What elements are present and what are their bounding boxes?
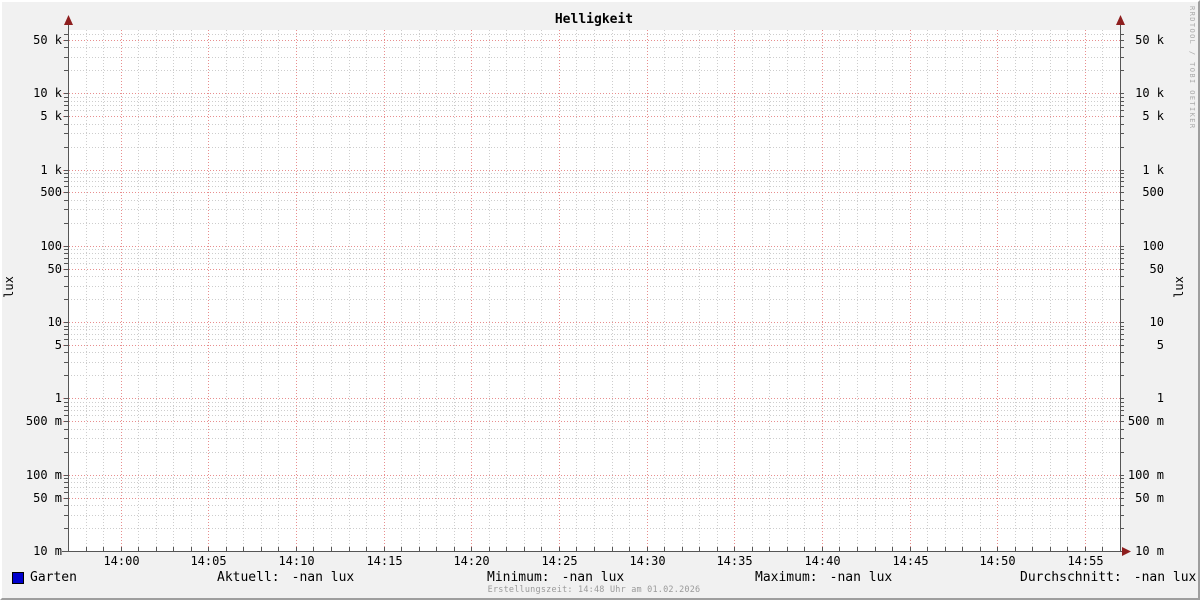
stat-maximum: Maximum: -nan lux	[755, 571, 892, 585]
y-axis-label-left: lux	[2, 276, 16, 298]
stat-value: -nan lux	[1133, 570, 1197, 585]
y-axis-tick-label-left: 500 m	[25, 414, 62, 428]
x-axis-tick-label: 14:30	[629, 554, 666, 568]
x-axis-tick-label: 14:55	[1067, 554, 1104, 568]
series-color-swatch	[12, 572, 24, 584]
y-axis-tick-label-left: 10 k	[33, 86, 62, 100]
y-axis-tick-label-left: 50	[47, 262, 62, 276]
stat-minimum: Minimum: -nan lux	[487, 571, 624, 585]
x-axis-tick-label: 14:15	[366, 554, 403, 568]
rrdtool-graph: Helligkeit lux lux RRDTOOL / TOBI OETIKE…	[0, 0, 1200, 600]
y-axis-tick-label-right: 5 k	[1142, 109, 1164, 123]
y-axis-tick-label-left: 100 m	[25, 468, 62, 482]
stat-value: -nan lux	[829, 570, 893, 585]
y-axis-tick-label-left: 10 m	[33, 544, 62, 558]
y-axis-tick-label-left: 50 k	[33, 33, 62, 47]
stat-label: Maximum:	[755, 570, 818, 585]
series-label: Garten	[30, 570, 77, 585]
y-axis-tick-label-right: 500 m	[1127, 414, 1164, 428]
x-axis-tick-label: 14:40	[804, 554, 841, 568]
creation-time: Erstellungszeit: 14:48 Uhr am 01.02.2026	[487, 585, 701, 595]
y-axis-tick-label-right: 10	[1149, 315, 1164, 329]
y-axis-tick-label-right: 100 m	[1127, 468, 1164, 482]
y-axis-label-right: lux	[1172, 276, 1186, 298]
y-axis-tick-label-left: 5	[54, 338, 62, 352]
x-axis-tick-label: 14:35	[716, 554, 753, 568]
x-axis-tick-label: 14:50	[979, 554, 1016, 568]
stat-value: -nan lux	[561, 570, 625, 585]
y-axis-tick-label-right: 500	[1142, 185, 1164, 199]
legend-row: Garten Aktuell: -nan lux Minimum: -nan lux…	[2, 571, 1198, 586]
y-axis-tick-label-right: 10 k	[1135, 86, 1164, 100]
y-axis-tick-label-right: 100	[1142, 239, 1164, 253]
x-axis-tick-label: 14:00	[103, 554, 140, 568]
stat-label: Aktuell:	[217, 570, 280, 585]
y-axis-tick-label-right: 5	[1156, 338, 1164, 352]
y-axis-tick-label-right: 10 m	[1135, 544, 1164, 558]
stat-label: Durchschnitt:	[1020, 570, 1122, 585]
stat-aktuell: Aktuell: -nan lux	[217, 571, 354, 585]
y-axis-tick-label-right: 50	[1149, 262, 1164, 276]
x-axis-tick-label: 14:05	[190, 554, 227, 568]
y-axis-tick-label-right: 50 m	[1135, 491, 1164, 505]
y-axis-tick-label-right: 1 k	[1142, 163, 1164, 177]
y-axis-tick-label-left: 1	[54, 391, 62, 405]
y-axis-tick-label-left: 1 k	[40, 163, 62, 177]
chart-title: Helligkeit	[554, 12, 634, 27]
stat-durchschnitt: Durchschnitt: -nan lux	[1020, 571, 1196, 585]
y-axis-tick-label-left: 50 m	[33, 491, 62, 505]
y-axis-tick-label-right: 1	[1156, 391, 1164, 405]
x-axis-tick-label: 14:10	[278, 554, 315, 568]
y-axis-tick-label-left: 10	[47, 315, 62, 329]
chart-plot-area	[62, 15, 1131, 556]
stat-value: -nan lux	[291, 570, 355, 585]
x-axis-tick-label: 14:25	[541, 554, 578, 568]
rrdtool-watermark: RRDTOOL / TOBI OETIKER	[1188, 6, 1196, 130]
y-axis-tick-label-left: 5 k	[40, 109, 62, 123]
x-axis-tick-label: 14:20	[453, 554, 490, 568]
stat-label: Minimum:	[487, 570, 550, 585]
x-axis-tick-label: 14:45	[892, 554, 929, 568]
y-axis-tick-label-right: 50 k	[1135, 33, 1164, 47]
y-axis-tick-label-left: 500	[40, 185, 62, 199]
y-axis-tick-label-left: 100	[40, 239, 62, 253]
